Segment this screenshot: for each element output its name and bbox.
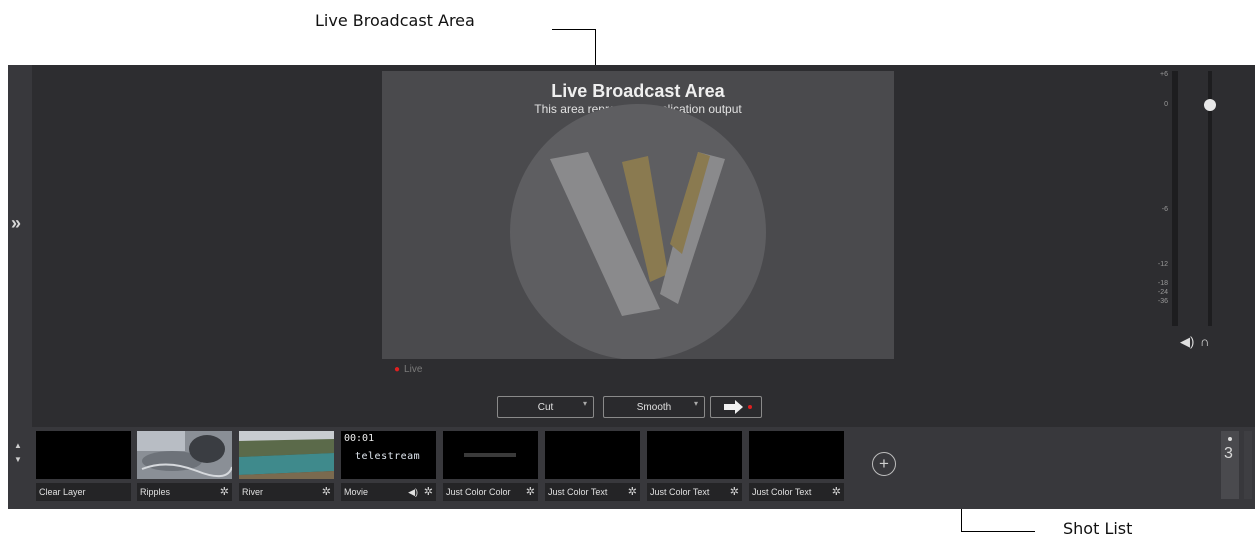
- shot-movie[interactable]: 00:01 telestream Movie ✲ ◀): [341, 431, 436, 501]
- wirecast-logo-icon: [510, 104, 766, 359]
- layer-dot-icon: [1228, 437, 1232, 441]
- live-indicator: ● Live: [394, 364, 423, 375]
- shot-list: ▲ ▼ Clear Layer Ripples ✲ River ✲ 00:01 …: [8, 427, 1255, 509]
- chevron-down-icon: ▾: [582, 399, 587, 408]
- live-dot-icon: ●: [394, 364, 401, 375]
- color-bar-thumbnail: [464, 453, 516, 457]
- audio-icon[interactable]: ◀): [408, 483, 418, 501]
- layer-switcher: ▲ ▼: [14, 439, 22, 467]
- arrow-right-icon: [724, 400, 752, 414]
- shot-river[interactable]: River ✲: [239, 431, 334, 501]
- chevron-down-icon: ▾: [693, 399, 698, 408]
- layer-number: 3: [1224, 445, 1233, 462]
- audio-meter: +6 0 -6 -12 -18 -24 -36 ◀) ∩: [1148, 71, 1228, 361]
- ripples-thumbnail: [137, 431, 233, 479]
- callout-line-top-h: [552, 29, 596, 30]
- shot-label: Movie ✲ ◀): [341, 483, 436, 501]
- layer-up-icon[interactable]: ▲: [14, 439, 22, 453]
- shot-clear-layer[interactable]: Clear Layer: [36, 431, 131, 501]
- movie-timecode: 00:01: [344, 433, 375, 444]
- layer-down-icon[interactable]: ▼: [14, 453, 22, 467]
- telestream-logo: telestream: [355, 451, 421, 462]
- headphones-icon[interactable]: ∩: [1200, 334, 1209, 349]
- speaker-icon[interactable]: ◀): [1180, 334, 1194, 349]
- shot-label: River ✲: [239, 483, 334, 501]
- callout-line-bottom-h2: [961, 531, 1035, 532]
- shot-just-color-text-2[interactable]: Just Color Text ✲: [647, 431, 742, 501]
- shot-label: Ripples ✲: [137, 483, 232, 501]
- gear-icon[interactable]: ✲: [832, 483, 841, 501]
- gear-icon[interactable]: ✲: [526, 483, 535, 501]
- transition-speed-dropdown[interactable]: Smooth ▾: [603, 396, 705, 418]
- meter-label: -36: [1157, 298, 1168, 305]
- gear-icon[interactable]: ✲: [424, 483, 433, 501]
- shot-just-color-text-1[interactable]: Just Color Text ✲: [545, 431, 640, 501]
- meter-label: +6: [1160, 71, 1168, 78]
- meter-label: -12: [1157, 261, 1168, 268]
- shot-list-scrollbar[interactable]: [1244, 431, 1252, 499]
- shot-label: Just Color Text ✲: [545, 483, 640, 501]
- callout-shot-list: Shot List: [1063, 519, 1133, 538]
- audio-monitor-icons: ◀) ∩: [1180, 334, 1209, 350]
- transition-type-dropdown[interactable]: Cut ▾: [497, 396, 594, 418]
- shot-label: Clear Layer: [36, 483, 131, 501]
- app-window: » Live Broadcast Area This area represen…: [8, 65, 1255, 509]
- gear-icon[interactable]: ✲: [322, 483, 331, 501]
- shot-just-color-color[interactable]: Just Color Color ✲: [443, 431, 538, 501]
- gear-icon[interactable]: ✲: [628, 483, 637, 501]
- shot-ripples[interactable]: Ripples ✲: [137, 431, 233, 501]
- live-broadcast-preview: Live Broadcast Area This area represents…: [382, 71, 894, 359]
- meter-label: 0: [1164, 101, 1168, 108]
- layer-indicator[interactable]: 3: [1221, 431, 1239, 499]
- shot-label: Just Color Text ✲: [749, 483, 844, 501]
- preview-title: Live Broadcast Area: [551, 81, 725, 101]
- level-meter-bar: [1172, 71, 1178, 326]
- meter-label: -6: [1161, 206, 1168, 213]
- shot-just-color-text-3[interactable]: Just Color Text ✲: [749, 431, 844, 501]
- add-shot-button[interactable]: +: [872, 452, 896, 476]
- left-panel-strip: »: [8, 65, 32, 427]
- callout-live-broadcast-area: Live Broadcast Area: [315, 11, 475, 30]
- volume-fader-knob[interactable]: [1204, 99, 1216, 111]
- shot-label: Just Color Color ✲: [443, 483, 538, 501]
- expand-panel-icon[interactable]: »: [11, 213, 21, 234]
- meter-label: -18: [1157, 280, 1168, 287]
- shot-label: Just Color Text ✲: [647, 483, 742, 501]
- meter-label: -24: [1157, 289, 1168, 296]
- gear-icon[interactable]: ✲: [220, 483, 229, 501]
- gear-icon[interactable]: ✲: [730, 483, 739, 501]
- go-button[interactable]: [710, 396, 762, 418]
- river-thumbnail: [239, 431, 334, 479]
